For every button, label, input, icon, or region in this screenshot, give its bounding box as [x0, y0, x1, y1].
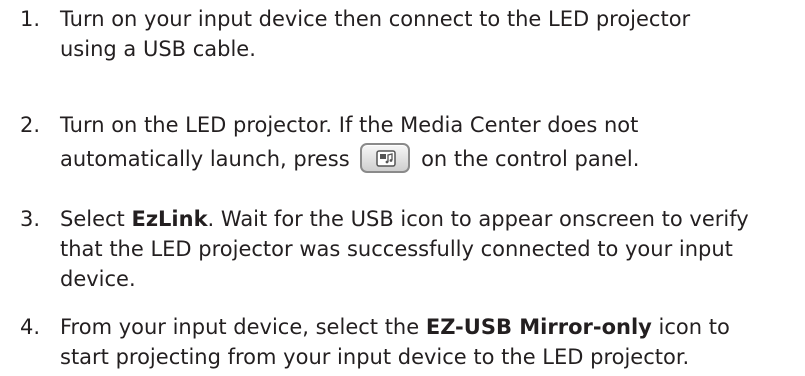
step-line: Turn on the LED projector. If the Media …	[60, 113, 639, 137]
step-line: Select EzLink. Wait for the USB icon to …	[60, 204, 805, 234]
step-number: 1.	[20, 7, 41, 31]
step-number: 2.	[20, 113, 41, 137]
step-text-after-button: on the control panel.	[421, 147, 640, 171]
step-line: Turn on your input device then connect t…	[60, 7, 691, 31]
step-line: start projecting from your input device …	[60, 345, 690, 369]
ezlink-term: EzLink	[131, 207, 208, 231]
step-text: From your input device, select the EZ-US…	[60, 312, 805, 372]
step-text: Turn on your input device then connect t…	[60, 4, 805, 64]
media-center-button	[360, 143, 411, 173]
step-text-segment: icon to	[651, 315, 730, 339]
step-line: From your input device, select the EZ-US…	[60, 312, 805, 342]
media-center-icon	[376, 150, 397, 167]
step-number: 4.	[20, 315, 41, 339]
step-line: that the LED projector was successfully …	[60, 237, 733, 261]
step-text-before-button: automatically launch, press	[60, 147, 350, 171]
step-line: device.	[60, 267, 136, 291]
step-text-segment: . Wait for the USB icon to appear onscre…	[207, 207, 749, 231]
step-text: Select EzLink. Wait for the USB icon to …	[60, 204, 805, 294]
step-text: Turn on the LED projector. If the Media …	[60, 110, 805, 178]
ez-usb-mirror-only-term: EZ-USB Mirror-only	[425, 315, 652, 339]
step-text-segment: From your input device, select the	[60, 315, 426, 339]
step-number: 3.	[20, 207, 41, 231]
step-line: automatically launch, press on the contr…	[60, 140, 805, 178]
step-line: using a USB cable.	[60, 37, 256, 61]
step-text-segment: Select	[60, 207, 132, 231]
